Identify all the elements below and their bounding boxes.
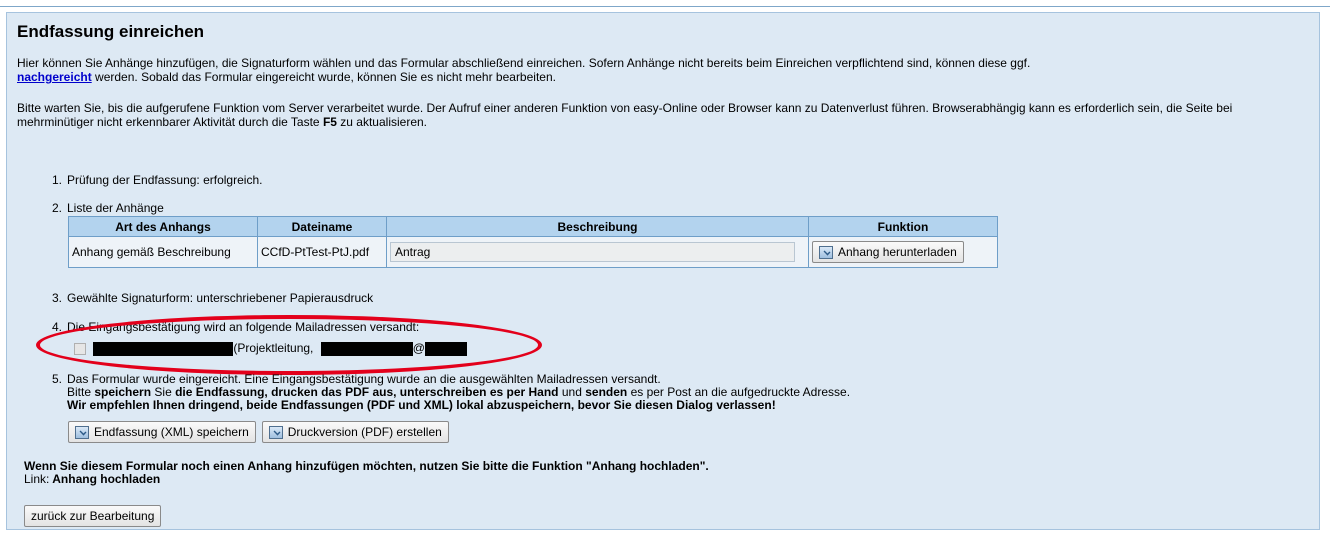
step-signature-form: 3. Gewählte Signaturform: unterschriebene… (52, 291, 374, 305)
cell-type: Anhang gemäß Beschreibung (68, 236, 258, 268)
pdf-icon (268, 425, 283, 439)
highlight-ellipse (36, 315, 542, 375)
save-xml-button[interactable]: Endfassung (XML) speichern (68, 421, 256, 443)
create-pdf-button[interactable]: Druckversion (PDF) erstellen (261, 421, 449, 443)
step-submitted: 5. Das Formular wurde eingereicht. Eine E… (52, 372, 851, 412)
col-header-function: Funktion (808, 216, 998, 237)
col-header-filename: Dateiname (257, 216, 387, 237)
cell-function: Anhang herunterladen (808, 236, 998, 268)
intro-text: Hier können Sie Anhänge hinzufügen, die … (17, 56, 1031, 84)
col-header-description: Beschreibung (386, 216, 809, 237)
description-field[interactable] (390, 242, 795, 262)
content-panel (6, 12, 1320, 530)
step-attachments-heading: 2. Liste der Anhänge (52, 201, 164, 215)
col-header-type: Art des Anhangs (68, 216, 258, 237)
table-row: Anhang gemäß Beschreibung CCfD-PtTest-Pt… (68, 236, 998, 268)
export-buttons: Endfassung (XML) speichern Druckversion … (68, 421, 449, 443)
download-icon (819, 245, 833, 259)
table-header-row: Art des Anhangs Dateiname Beschreibung F… (68, 216, 998, 237)
back-to-edit-button[interactable]: zurück zur Bearbeitung (24, 505, 162, 527)
cell-filename: CCfD-PtTest-PtJ.pdf (257, 236, 387, 268)
download-attachment-button[interactable]: Anhang herunterladen (812, 241, 964, 263)
save-icon (75, 425, 89, 439)
wait-notice: Bitte warten Sie, bis die aufgerufene Fu… (17, 101, 1233, 129)
upload-hint: Wenn Sie diesem Formular noch einen Anha… (24, 459, 709, 486)
page-title: Endfassung einreichen (17, 22, 205, 41)
step-check-result: 1. Prüfung der Endfassung: erfolgreich. (52, 173, 263, 187)
upload-attachment-link[interactable]: Anhang hochladen (52, 472, 160, 486)
cell-description (386, 236, 809, 268)
nachgereicht-link[interactable]: nachgereicht (17, 70, 92, 84)
top-divider (0, 6, 1330, 7)
attachments-table: Art des Anhangs Dateiname Beschreibung F… (68, 216, 998, 268)
